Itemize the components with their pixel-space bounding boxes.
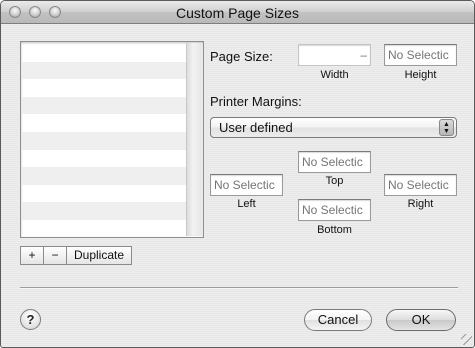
top-caption: Top [325, 175, 344, 187]
margin-bottom-field[interactable] [298, 199, 371, 221]
list-row[interactable] [22, 79, 186, 97]
list-rows [22, 44, 186, 238]
left-caption: Left [237, 198, 256, 210]
footer-separator [20, 287, 458, 289]
list-row[interactable] [22, 44, 186, 62]
page-size-label: Page Size: [210, 49, 273, 64]
right-caption: Right [407, 198, 434, 210]
printer-margins-label: Printer Margins: [210, 94, 302, 109]
popup-arrows-icon: ▲ ▼ [439, 119, 454, 136]
list-row[interactable] [22, 150, 186, 168]
page-width-field[interactable] [298, 44, 371, 66]
bottom-caption: Bottom [317, 224, 352, 236]
ok-button[interactable]: OK [386, 309, 456, 331]
cancel-button[interactable]: Cancel [304, 309, 372, 331]
help-button[interactable]: ? [20, 309, 41, 330]
title-bar[interactable]: Custom Page Sizes [1, 1, 474, 24]
remove-page-size-button[interactable]: − [43, 246, 67, 265]
margin-top-field[interactable] [298, 151, 371, 173]
printer-margins-popup[interactable]: User defined ▲ ▼ [210, 117, 457, 138]
height-caption: Height [404, 69, 437, 81]
custom-page-sizes-dialog: Custom Page Sizes + − Duplicate Page Siz… [0, 0, 475, 348]
list-row[interactable] [22, 185, 186, 203]
resize-grip-icon[interactable] [461, 334, 472, 345]
page-height-field[interactable] [384, 44, 457, 66]
width-caption: Width [320, 69, 349, 81]
list-row[interactable] [22, 114, 186, 132]
printer-margins-popup-value: User defined [219, 120, 293, 135]
list-row[interactable] [22, 131, 186, 150]
margin-right-field[interactable] [384, 174, 457, 196]
add-page-size-button[interactable]: + [20, 246, 44, 265]
list-scrollbar[interactable] [186, 43, 202, 236]
list-row[interactable] [22, 96, 186, 115]
page-size-list[interactable] [20, 41, 204, 238]
margin-left-field[interactable] [210, 174, 283, 196]
list-row[interactable] [22, 61, 186, 80]
list-row[interactable] [22, 167, 186, 185]
window-title: Custom Page Sizes [176, 5, 299, 21]
list-row[interactable] [22, 202, 186, 220]
duplicate-button[interactable]: Duplicate [66, 246, 132, 265]
list-row[interactable] [22, 220, 186, 238]
